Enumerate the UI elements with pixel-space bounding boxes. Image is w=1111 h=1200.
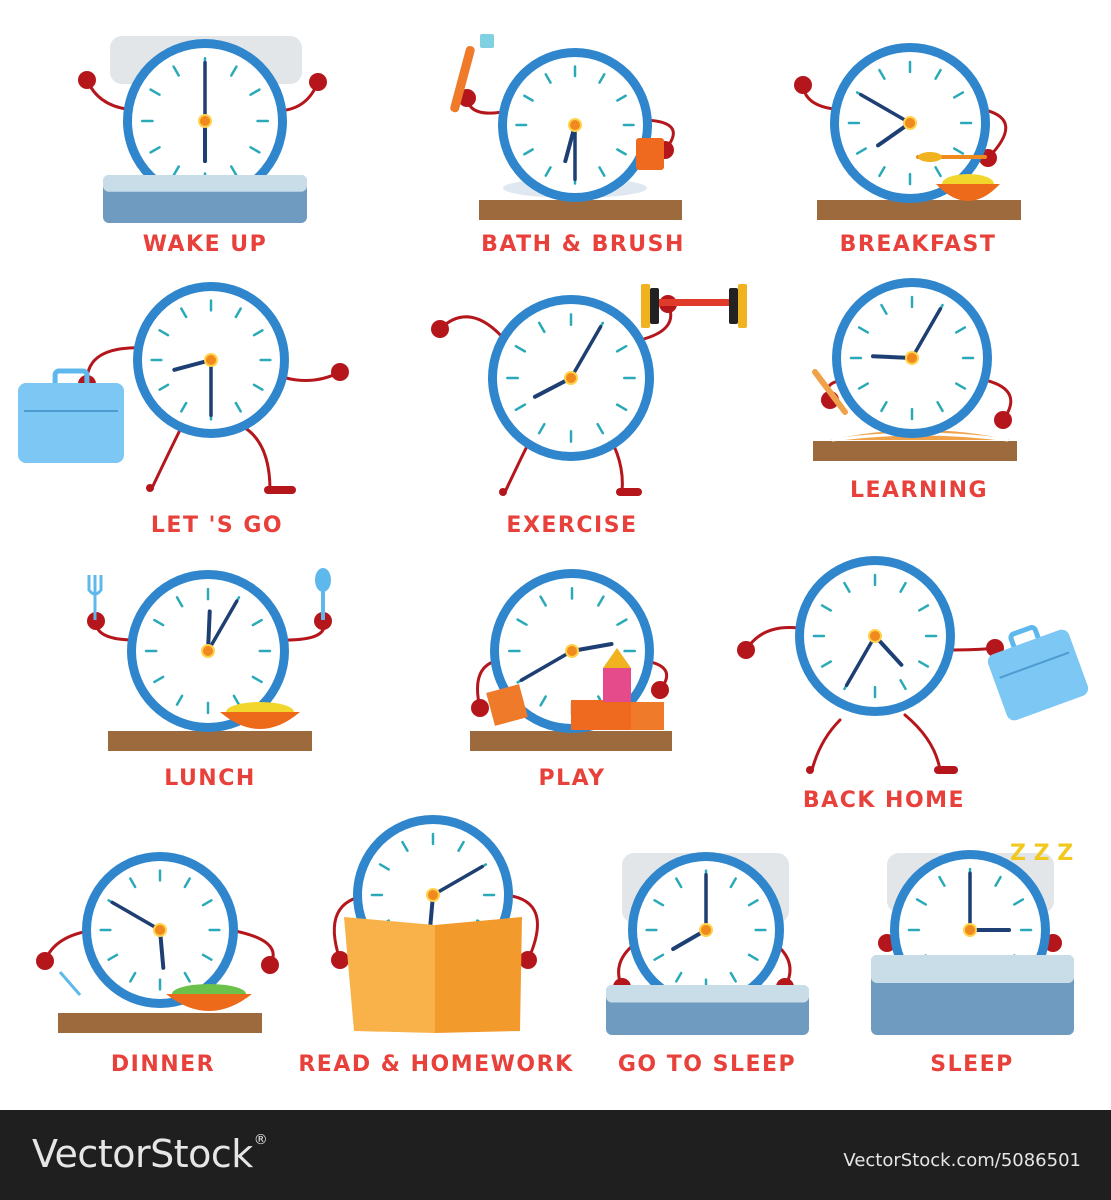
shelf	[108, 731, 312, 751]
clock-hub	[963, 923, 977, 937]
clock-go-to-sleep	[606, 852, 809, 1035]
briefcase-icon	[987, 625, 1089, 721]
vectorstock-logo: VectorStock®	[32, 1132, 268, 1176]
shelf	[817, 200, 1021, 220]
hand	[331, 951, 349, 969]
book-right-page	[435, 917, 522, 1033]
brand-name: VectorStock	[32, 1132, 253, 1176]
clock-play	[470, 569, 672, 751]
briefcase-icon	[18, 368, 124, 463]
blanket-top	[103, 175, 307, 192]
mug-icon	[636, 138, 664, 170]
hand	[431, 320, 449, 338]
label-dinner: DINNER	[110, 1052, 216, 1077]
clock-hub	[699, 923, 713, 937]
clock-hub	[564, 371, 578, 385]
watermark-footer: VectorStock® VectorStock.com/5086501	[0, 1110, 1111, 1200]
hand	[794, 76, 812, 94]
shelf	[813, 441, 1017, 461]
spoon-head	[315, 568, 331, 592]
clock-learning	[812, 278, 1017, 461]
clock-lets-go	[18, 282, 349, 494]
label-play: PLAY	[538, 766, 606, 791]
hand	[78, 71, 96, 89]
label-lunch: LUNCH	[164, 766, 256, 791]
fork-icon	[58, 971, 82, 996]
clock-back-home	[737, 556, 1089, 774]
image-credit: VectorStock.com/5086501	[843, 1150, 1081, 1171]
clock-hub	[565, 644, 579, 658]
block	[571, 700, 631, 730]
hand	[994, 411, 1012, 429]
hand	[309, 73, 327, 91]
hand	[331, 363, 349, 381]
clock-hub	[153, 923, 167, 937]
label-back-home: BACK HOME	[802, 788, 966, 813]
shelf	[470, 731, 672, 751]
shelf	[479, 200, 682, 220]
clock-hub	[868, 629, 882, 643]
dumbbell-plate	[641, 284, 650, 328]
activity-clocks-illustration: Z Z Z WAKE UP BATH & BRUSH BREAKFAST LET…	[0, 0, 1111, 1110]
dumbbell-bar	[655, 299, 730, 306]
block	[631, 702, 664, 730]
toothpaste	[480, 34, 494, 48]
dumbbell-icon	[641, 284, 747, 328]
book-left-page	[344, 917, 435, 1033]
label-exercise: EXERCISE	[506, 513, 638, 538]
block	[603, 668, 631, 702]
blanket-top	[606, 985, 809, 1003]
spoon-head	[918, 152, 942, 162]
label-learning: LEARNING	[849, 478, 989, 503]
clock-hub	[905, 351, 919, 365]
clock-hub	[201, 644, 215, 658]
book-icon	[344, 917, 522, 1033]
blanket-top	[871, 955, 1074, 983]
shelf	[58, 1013, 262, 1033]
hand	[737, 641, 755, 659]
clock-sleep: Z Z Z	[871, 841, 1074, 1035]
clock-hub	[204, 353, 218, 367]
bowl-icon	[166, 994, 252, 1011]
label-read-homework: READ & HOMEWORK	[298, 1052, 574, 1077]
label-sleep: SLEEP	[930, 1052, 1014, 1077]
hand	[36, 952, 54, 970]
label-go-to-sleep: GO TO SLEEP	[617, 1052, 797, 1077]
arm	[438, 315, 507, 342]
briefcase-body	[18, 383, 124, 463]
clock-read-homework	[331, 815, 539, 1033]
dumbbell-plate	[729, 288, 738, 324]
dumbbell-plate	[650, 288, 659, 324]
registered-mark: ®	[253, 1132, 268, 1148]
label-lets-go: LET 'S GO	[150, 513, 284, 538]
clock-breakfast	[794, 43, 1021, 220]
leg	[903, 713, 942, 772]
clock-hub	[198, 114, 212, 128]
dumbbell-plate	[738, 284, 747, 328]
clock-lunch	[87, 568, 332, 751]
clock-wake-up	[78, 36, 327, 223]
hand	[651, 681, 669, 699]
hand	[519, 951, 537, 969]
clock-bath-brush	[450, 34, 682, 220]
illustration-canvas: Z Z Z	[18, 34, 1089, 1035]
clock-hub	[426, 888, 440, 902]
clock-dinner	[36, 852, 279, 1033]
hand	[471, 699, 489, 717]
label-breakfast: BREAKFAST	[839, 232, 997, 257]
clock-hub	[568, 118, 582, 132]
label-wake-up: WAKE UP	[142, 232, 268, 257]
zzz-icon: Z Z Z	[1010, 841, 1073, 866]
clock-hub	[903, 116, 917, 130]
leg	[810, 718, 842, 772]
clock-exercise	[431, 284, 747, 496]
leg	[238, 423, 272, 492]
label-bath-brush: BATH & BRUSH	[481, 232, 685, 257]
hand	[261, 956, 279, 974]
bowl-icon	[936, 184, 1000, 201]
